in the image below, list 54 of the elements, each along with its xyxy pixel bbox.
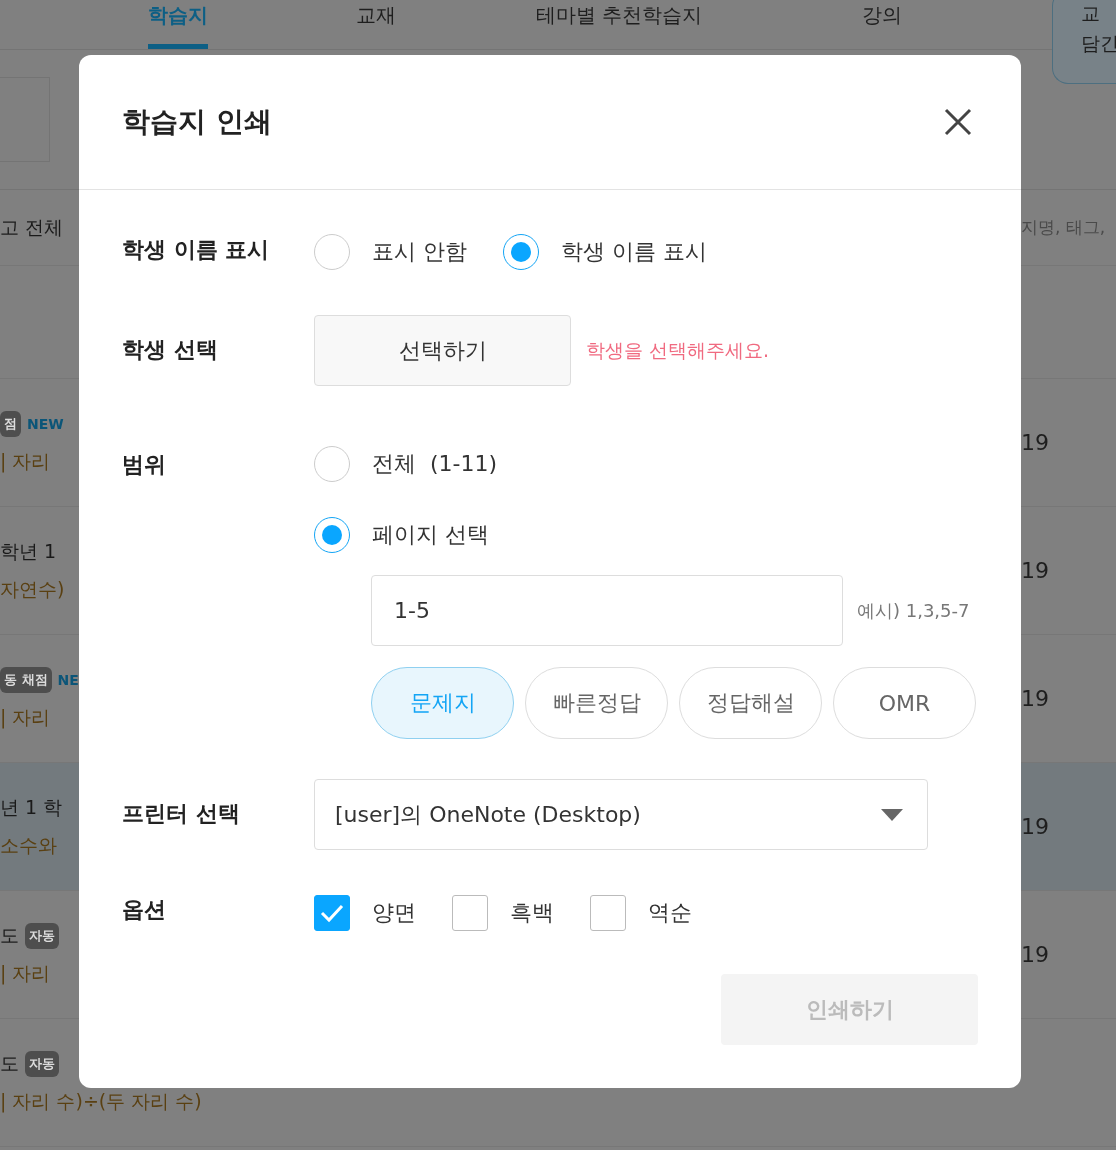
grading-badge: 자동 bbox=[25, 922, 59, 949]
dropdown-caret-icon bbox=[881, 808, 903, 821]
checkbox-label: 역순 bbox=[648, 899, 692, 927]
worksheet-date: 19 bbox=[1021, 814, 1049, 839]
nav-tab[interactable]: 테마별 추천학습지 bbox=[536, 2, 703, 49]
error-message: 학생을 선택해주세요. bbox=[586, 337, 770, 363]
close-icon[interactable] bbox=[943, 107, 973, 137]
doc-type-toggle[interactable]: OMR bbox=[833, 667, 976, 739]
doc-type-toggle[interactable]: 빠른정답 bbox=[525, 667, 668, 739]
worksheet-subtitle: 자연수) bbox=[0, 576, 65, 602]
worksheet-title: 도 bbox=[0, 922, 19, 948]
select-student-button[interactable]: 선택하기 bbox=[314, 315, 571, 386]
field-label: 옵션 bbox=[122, 896, 167, 924]
checkbox[interactable] bbox=[314, 895, 350, 931]
page-range-field[interactable]: 1-5 bbox=[371, 575, 843, 646]
printer-select[interactable]: [user]의 OneNote (Desktop) bbox=[314, 779, 928, 850]
checkbox[interactable] bbox=[590, 895, 626, 931]
worksheet-date: 19 bbox=[1021, 942, 1049, 967]
grading-badge: 자동 bbox=[25, 1050, 59, 1077]
checkbox[interactable] bbox=[452, 895, 488, 931]
worksheet-subtitle: | 자리 bbox=[0, 960, 51, 987]
field-label: 범위 bbox=[122, 451, 167, 479]
worksheet-title: 도 bbox=[0, 1050, 19, 1076]
doc-type-toggle[interactable]: 정답해설 bbox=[679, 667, 822, 739]
dialog-title: 학습지 인쇄 bbox=[122, 104, 272, 140]
nav-tab[interactable]: 강의 bbox=[862, 2, 903, 49]
doc-type-toggle[interactable]: 문제지 bbox=[371, 667, 514, 739]
radio-label: 학생 이름 표시 bbox=[561, 238, 707, 266]
worksheet-title: 년 1 학 bbox=[0, 794, 63, 820]
checkbox-label: 양면 bbox=[372, 899, 416, 927]
checkmark-icon bbox=[320, 903, 344, 923]
worksheet-title: 학년 1 bbox=[0, 538, 57, 564]
grading-badge: 점 bbox=[0, 410, 21, 437]
worksheet-date: 19 bbox=[1021, 686, 1049, 711]
worksheet-date: 19 bbox=[1021, 558, 1049, 583]
nav-tab[interactable]: 교재 bbox=[356, 2, 396, 49]
worksheet-subtitle: | 자리 bbox=[0, 704, 51, 731]
side-button[interactable]: 교 담긴 bbox=[1052, 0, 1116, 84]
worksheet-date: 19 bbox=[1021, 430, 1049, 455]
worksheet-subtitle: 소수와 bbox=[0, 832, 57, 858]
example-hint: 예시) 1,3,5-7 bbox=[857, 598, 970, 623]
new-tag: NEW bbox=[27, 415, 64, 432]
new-tag: NE bbox=[57, 671, 79, 688]
grading-badge: 동 채점 bbox=[0, 666, 52, 693]
field-label: 프린터 선택 bbox=[122, 800, 241, 828]
radio-label: 전체 (1-11) bbox=[372, 450, 498, 478]
radio-label: 페이지 선택 bbox=[372, 521, 489, 549]
field-label: 학생 이름 표시 bbox=[122, 236, 271, 264]
radio-label: 표시 안함 bbox=[372, 238, 467, 266]
checkbox-label: 흑백 bbox=[510, 899, 554, 927]
worksheet-subtitle: | 자리 수)÷(두 자리 수) bbox=[0, 1088, 202, 1115]
category-label: 고 전체 bbox=[0, 214, 64, 240]
field-label: 학생 선택 bbox=[122, 336, 219, 364]
worksheet-subtitle: | 자리 bbox=[0, 448, 51, 475]
